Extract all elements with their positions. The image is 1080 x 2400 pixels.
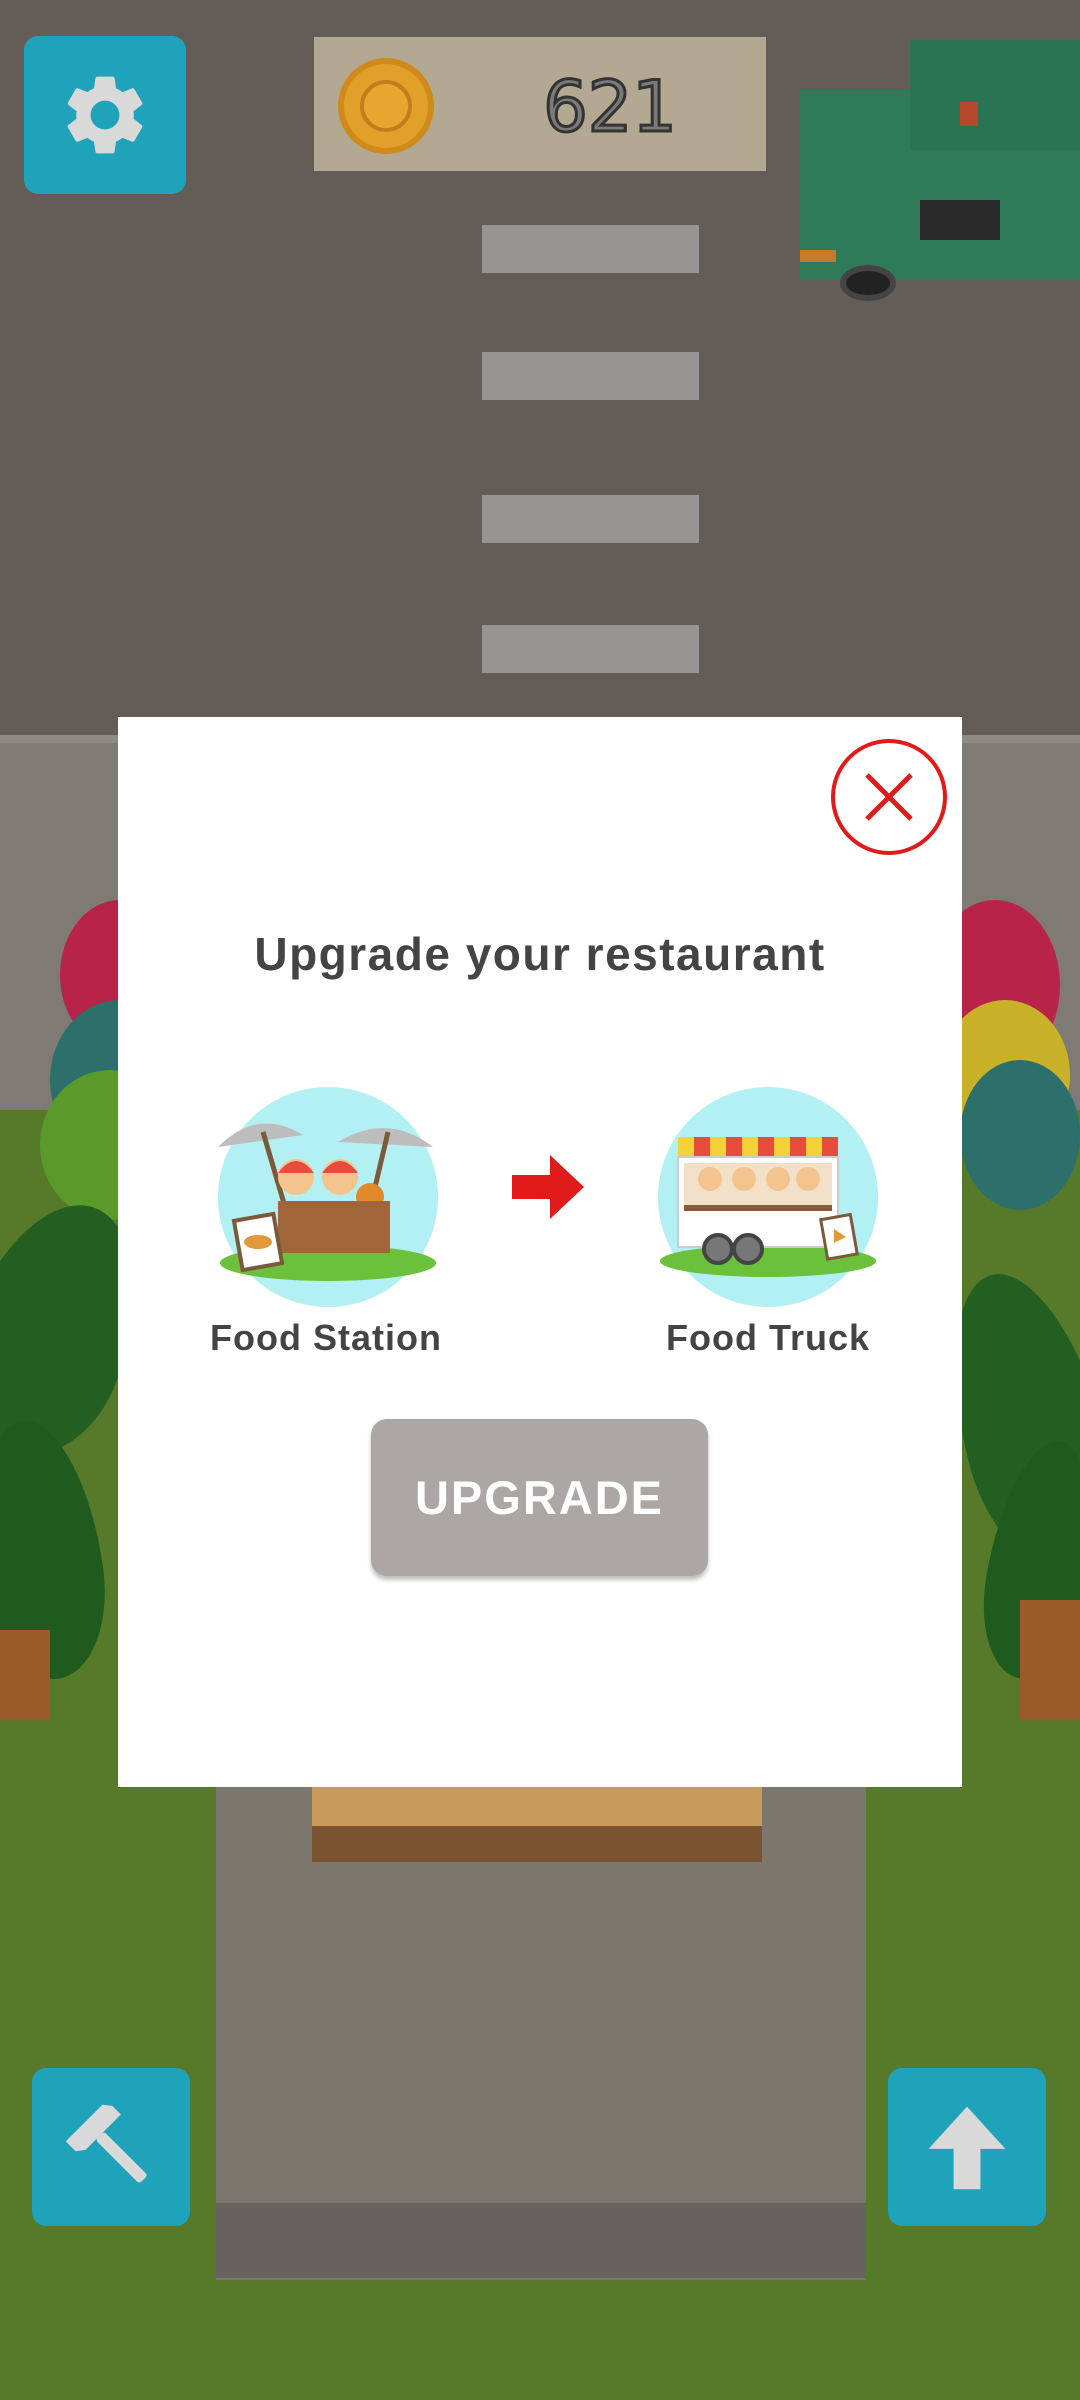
dialog-title: Upgrade your restaurant <box>254 928 826 980</box>
counter-front <box>312 1826 762 1862</box>
food-station-icon <box>218 1087 438 1307</box>
palm-tree-trunk <box>0 1630 50 1720</box>
walkway-edge <box>216 2203 866 2278</box>
gear-icon <box>67 76 143 154</box>
palm-tree-trunk <box>1020 1600 1080 1720</box>
next-tier-label: Food Truck <box>665 1317 870 1358</box>
delivery-truck <box>790 40 1080 301</box>
upgrade-button[interactable]: UPGRADE <box>371 1419 708 1576</box>
road-marking <box>482 352 699 400</box>
counter <box>312 1780 762 1828</box>
road-marking <box>482 495 699 543</box>
up-arrow-icon <box>928 2106 1006 2190</box>
settings-button[interactable] <box>24 36 186 194</box>
road-marking <box>482 225 699 273</box>
current-tier-label: Food Station <box>210 1317 442 1358</box>
balloon <box>960 1060 1080 1210</box>
upgrade-shortcut-button[interactable] <box>888 2068 1046 2226</box>
close-icon <box>865 773 913 821</box>
upgrade-dialog: Upgrade your restaurant Food Station Foo… <box>118 717 962 1787</box>
hammer-icon <box>65 2104 147 2183</box>
food-truck-icon <box>658 1087 878 1307</box>
build-button[interactable] <box>32 2068 190 2226</box>
road-marking <box>482 625 699 673</box>
arrow-right-icon <box>512 1155 584 1219</box>
coin-count: 621 <box>542 65 679 150</box>
close-button[interactable] <box>831 739 947 855</box>
coin-icon <box>338 58 434 154</box>
